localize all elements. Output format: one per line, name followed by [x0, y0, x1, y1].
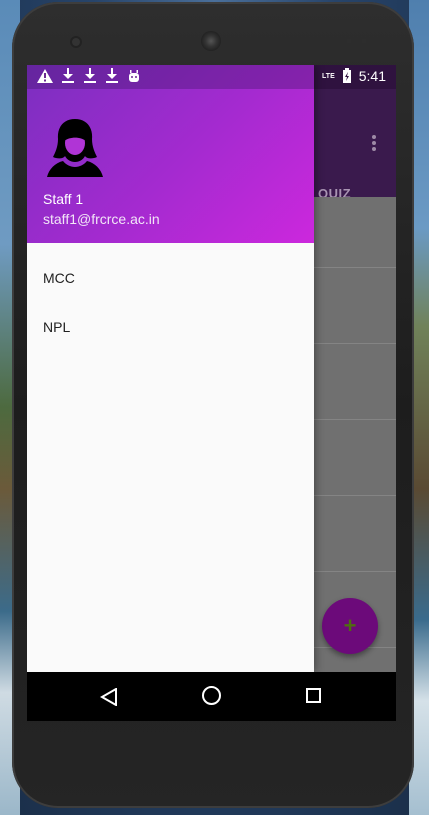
lte-label: LTE [322, 72, 335, 80]
recents-icon[interactable] [306, 688, 321, 703]
earpiece-speaker [201, 31, 221, 51]
add-icon: + [343, 613, 357, 638]
download-icon [62, 68, 74, 83]
list-divider [314, 267, 396, 268]
system-nav-bar [27, 672, 396, 721]
drawer-header: Staff 1 staff1@frcrce.ac.in [27, 65, 314, 243]
drawer-item-npl[interactable]: NPL [43, 319, 70, 335]
drawer-user-email: staff1@frcrce.ac.in [43, 211, 160, 227]
drawer-item-mcc[interactable]: MCC [43, 270, 75, 286]
download-icon [106, 68, 118, 83]
android-icon [129, 69, 139, 82]
device-screen: QUIZ + LTE 5:41 Staff 1 staff1@frcrce.ac… [27, 65, 396, 721]
back-icon[interactable] [100, 688, 118, 706]
list-divider [314, 419, 396, 420]
status-left-icons [37, 68, 141, 83]
more-vert-icon[interactable] [372, 135, 376, 151]
list-divider [314, 343, 396, 344]
front-camera [72, 38, 80, 46]
home-icon[interactable] [202, 686, 221, 705]
warning-icon [37, 68, 53, 83]
avatar-icon [47, 119, 103, 177]
battery-charging-icon [342, 68, 351, 83]
drawer-status-bar [27, 65, 314, 89]
status-right-icons: LTE 5:41 [322, 68, 386, 84]
light-sensor [361, 38, 367, 44]
add-fab-button[interactable]: + [322, 598, 378, 654]
list-divider [314, 495, 396, 496]
clock: 5:41 [358, 68, 386, 84]
list-divider [314, 571, 396, 572]
proximity-sensor [346, 38, 352, 44]
drawer-user-name: Staff 1 [43, 191, 84, 207]
navigation-drawer: Staff 1 staff1@frcrce.ac.in MCC NPL [27, 65, 314, 672]
download-icon [84, 68, 96, 83]
